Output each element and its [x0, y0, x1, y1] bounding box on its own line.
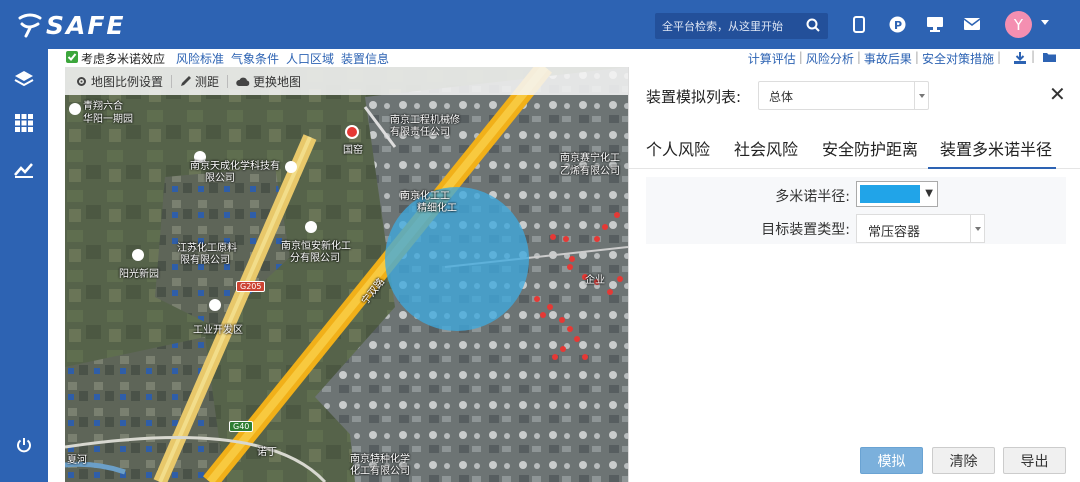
- tab-social-risk[interactable]: 社会风险: [734, 136, 798, 160]
- target-type-value: 常压容器: [868, 225, 921, 240]
- chevron-down-icon: [914, 82, 928, 109]
- svg-text:P: P: [894, 19, 902, 32]
- monitor-icon[interactable]: [925, 14, 945, 34]
- right-links: 计算评估 | 风险分析 | 事故后果 | 安全对策措施 |: [747, 50, 1001, 67]
- settings-icon: [77, 76, 86, 86]
- cloud-icon: [236, 77, 250, 86]
- device-list-select[interactable]: 总体: [758, 81, 929, 110]
- domino-checkbox-label: 考虑多米诺效应: [81, 52, 166, 66]
- chevron-down-icon[interactable]: [1041, 20, 1049, 25]
- link-risk-standard[interactable]: 风险标准: [176, 50, 224, 67]
- global-search[interactable]: [655, 13, 828, 39]
- link-device-info[interactable]: 装置信息: [341, 50, 389, 67]
- link-safety-measures[interactable]: 安全对策措施: [922, 50, 994, 67]
- target-type-select[interactable]: 常压容器: [856, 214, 985, 243]
- clear-button[interactable]: 清除: [932, 447, 995, 474]
- map-scale-tool[interactable]: 地图比例设置: [75, 73, 163, 90]
- sub-toolbar: 考虑多米诺效应 风险标准 气象条件 人口区域 装置信息 计算评估 | 风险分析 | …: [48, 49, 1080, 67]
- measure-label: 测距: [195, 74, 220, 89]
- top-bar: SAFE P Y: [0, 0, 1080, 49]
- map-label: 乙烯有限公司: [560, 166, 620, 177]
- tab-domino-radius[interactable]: 装置多米诺半径: [940, 136, 1052, 160]
- map-label: 企业: [585, 275, 605, 286]
- panel-title: 装置模拟列表:: [646, 88, 742, 106]
- map-scale-label: 地图比例设置: [91, 74, 164, 89]
- map-label: 诺丁: [257, 447, 277, 458]
- search-input[interactable]: [655, 19, 795, 33]
- close-icon[interactable]: ✕: [1049, 84, 1066, 104]
- link-risk-analysis[interactable]: 风险分析: [806, 50, 854, 67]
- tab-individual-risk[interactable]: 个人风险: [646, 136, 710, 160]
- chevron-down-icon: [970, 215, 984, 242]
- app-logo[interactable]: SAFE: [16, 10, 126, 40]
- mobile-icon[interactable]: [849, 14, 869, 34]
- logo-text: SAFE: [46, 10, 126, 40]
- link-population[interactable]: 人口区域: [286, 50, 334, 67]
- map-label: 精细化工: [417, 203, 457, 214]
- grid-icon[interactable]: [12, 111, 36, 135]
- layers-icon[interactable]: [12, 67, 36, 91]
- road-shield-g205: G205: [236, 281, 266, 292]
- simulate-button[interactable]: 模拟: [860, 447, 923, 474]
- map-label: 国窑: [343, 145, 363, 156]
- map-label: 华阳一期园: [83, 114, 133, 125]
- domino-form: 多米诺半径: ▼ 目标装置类型: 常压容器: [646, 177, 1066, 244]
- domino-checkbox[interactable]: [66, 51, 78, 63]
- mail-icon[interactable]: [962, 14, 982, 34]
- pencil-icon: [181, 76, 192, 86]
- export-button[interactable]: 导出: [1003, 447, 1066, 474]
- map-label: 限公司: [205, 173, 235, 184]
- logo-mark-icon: [18, 13, 42, 38]
- radius-label: 多米诺半径:: [775, 189, 850, 205]
- measure-tool[interactable]: 测距: [180, 73, 219, 90]
- tab-safety-distance[interactable]: 安全防护距离: [822, 136, 918, 160]
- target-type-label: 目标装置类型:: [761, 222, 850, 238]
- active-tab-indicator: [928, 167, 1056, 169]
- simulation-panel: 装置模拟列表: 总体 ✕ 个人风险 社会风险 安全防护距离 装置多米诺半径 多米…: [628, 67, 1080, 482]
- map-view[interactable]: 青翔六合 华阳一期园 南京天成化学科技有 限公司 南京工程机械修 有限责任公司 …: [65, 67, 628, 482]
- map-label: 工业开发区: [193, 325, 243, 336]
- radius-color-picker[interactable]: ▼: [856, 181, 938, 207]
- side-nav: [0, 49, 48, 482]
- device-list-value: 总体: [769, 90, 794, 104]
- map-label: 阳光新园: [119, 269, 159, 280]
- switch-map-tool[interactable]: 更换地图: [236, 73, 301, 90]
- map-label: 化工有限公司: [350, 466, 410, 477]
- map-label: 分有限公司: [290, 253, 340, 264]
- map-toolbar: 地图比例设置 测距 更换地图: [65, 67, 628, 95]
- map-label: 南京天成化学科技有: [190, 161, 280, 172]
- parking-icon[interactable]: P: [887, 14, 907, 34]
- color-swatch: [860, 185, 920, 203]
- link-accident-consequence[interactable]: 事故后果: [864, 50, 912, 67]
- power-icon[interactable]: [12, 433, 36, 457]
- map-label: 限有限公司: [180, 255, 230, 266]
- map-label: 有限责任公司: [390, 127, 450, 138]
- download-icon[interactable]: [1013, 51, 1027, 64]
- link-weather[interactable]: 气象条件: [231, 50, 279, 67]
- switch-map-label: 更换地图: [253, 74, 302, 89]
- folder-icon[interactable]: [1042, 51, 1057, 63]
- tab-bar: 个人风险 社会风险 安全防护距离 装置多米诺半径: [629, 123, 1080, 169]
- search-icon[interactable]: [806, 18, 820, 32]
- avatar[interactable]: Y: [1005, 11, 1032, 38]
- map-label: 夏河: [67, 455, 87, 466]
- link-calc-eval[interactable]: 计算评估: [748, 50, 796, 67]
- road-shield-g40: G40: [229, 421, 254, 432]
- chart-trend-icon[interactable]: [12, 157, 36, 181]
- chevron-down-icon: ▼: [925, 188, 933, 199]
